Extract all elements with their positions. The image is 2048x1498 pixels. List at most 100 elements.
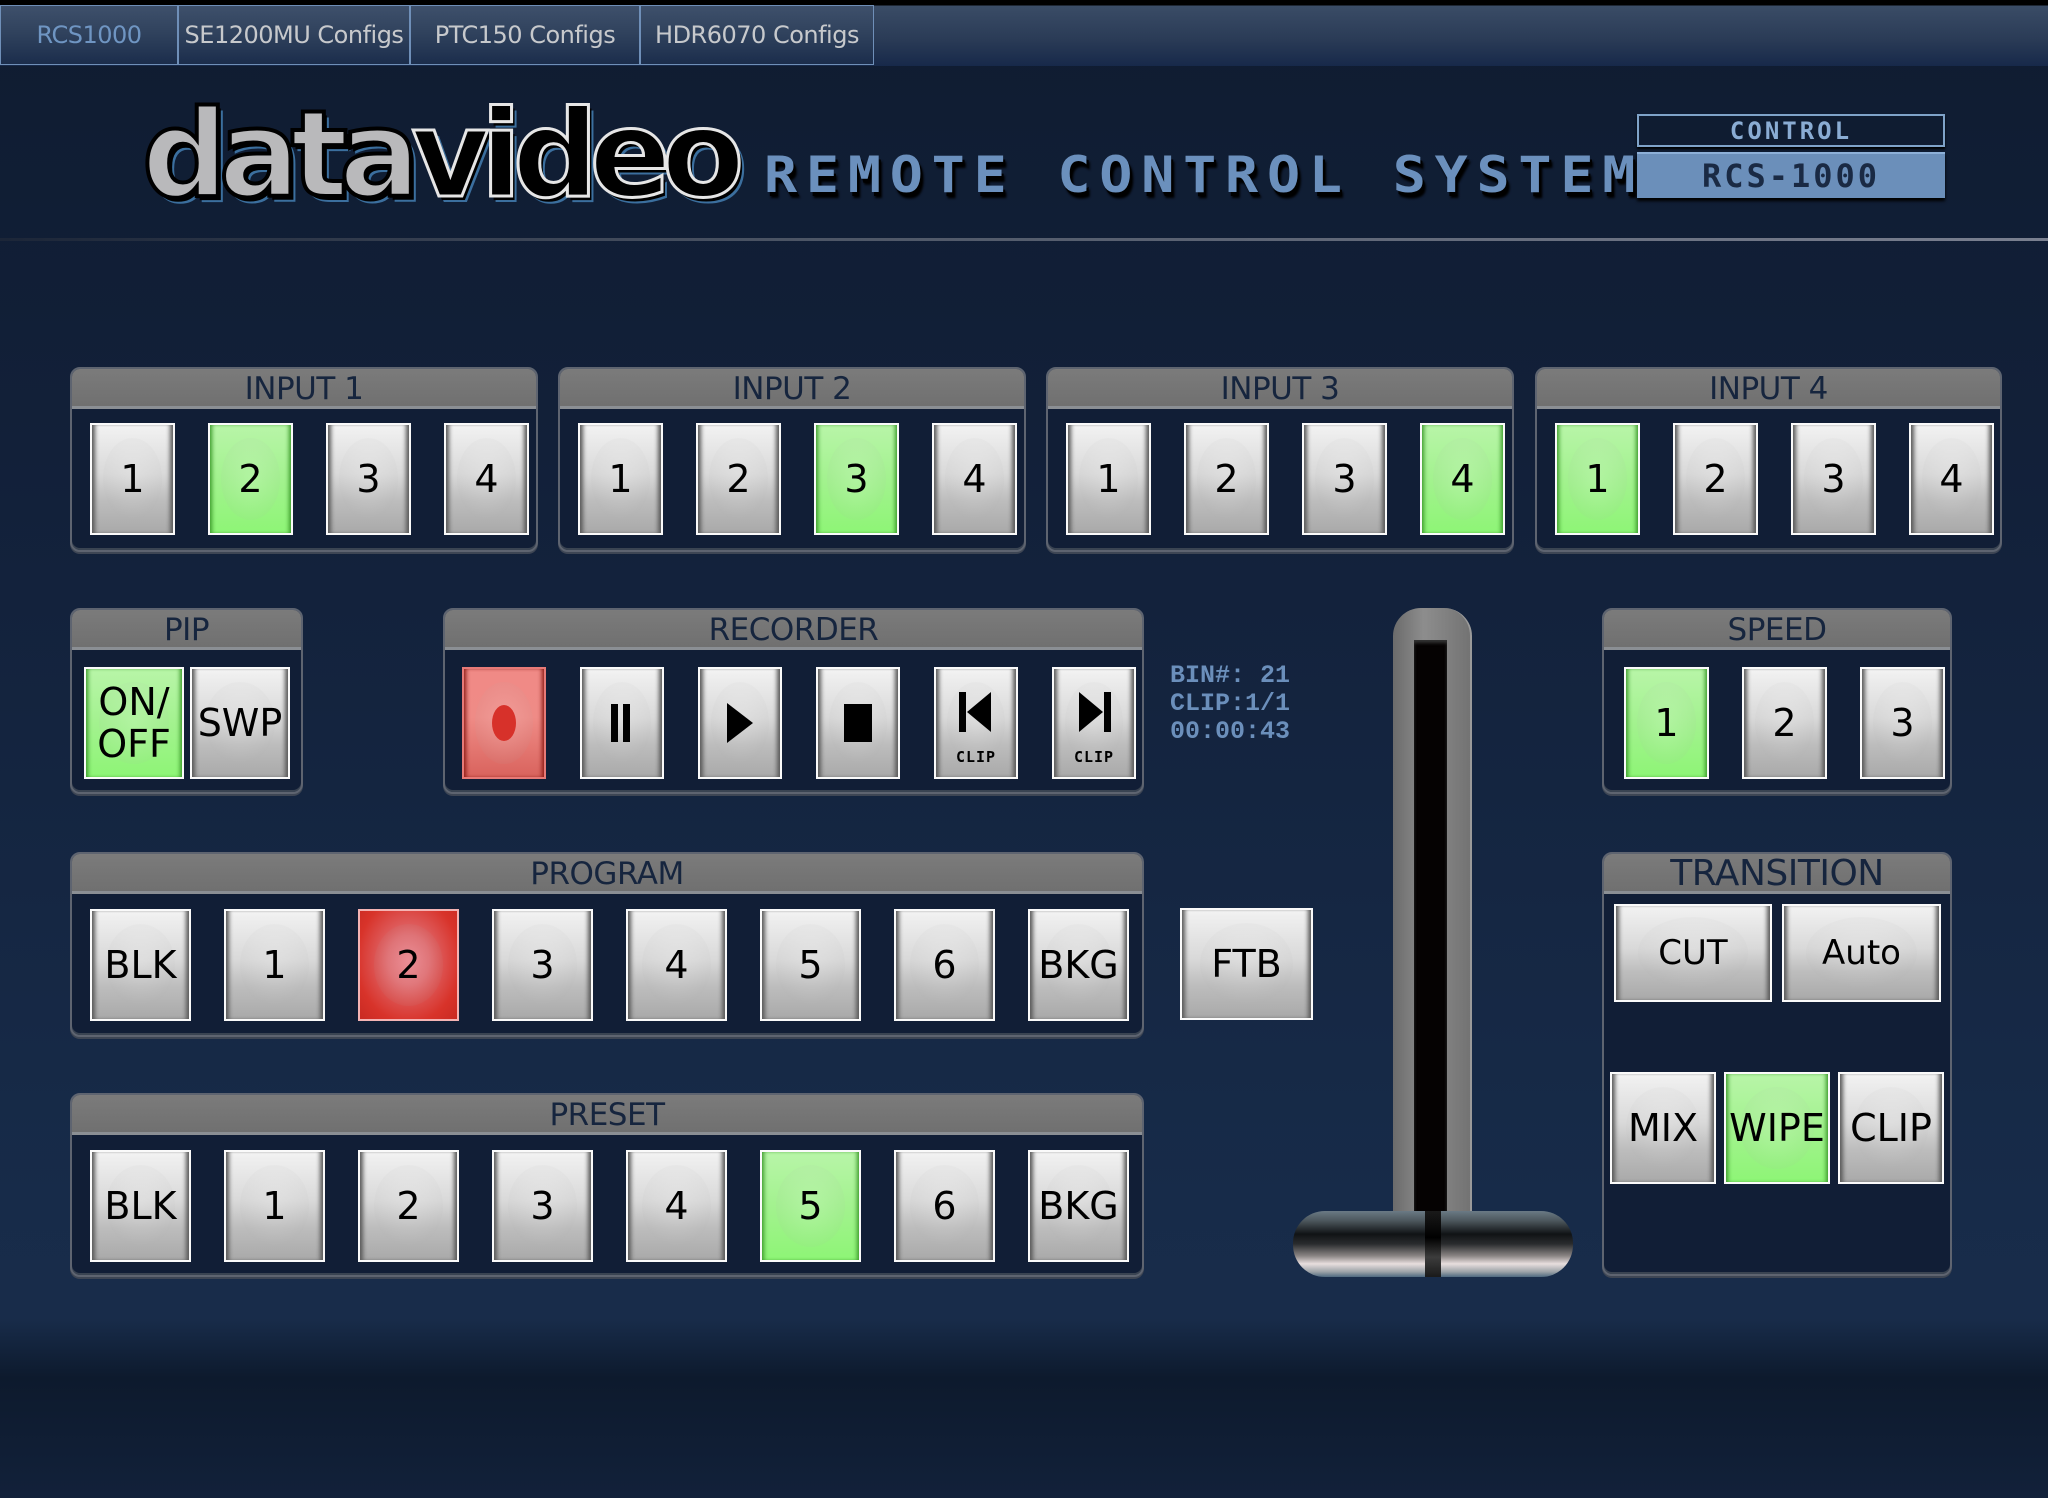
button-label: 1 [1585, 457, 1610, 501]
button-label: 3 [844, 457, 869, 501]
program-panel: PROGRAM BLK 1 2 3 4 5 6 BKG [70, 852, 1144, 1037]
button-label: CLIP [1850, 1106, 1932, 1150]
button-label-line1: ON/ [98, 680, 170, 724]
pip-on-off-button[interactable]: ON/OFF [84, 667, 184, 779]
stop-icon [844, 704, 872, 742]
button-label: 6 [932, 943, 957, 987]
panel-title: INPUT 1 [72, 369, 536, 409]
preset-button-3[interactable]: 3 [492, 1150, 593, 1262]
input-4-button-4[interactable]: 4 [1909, 423, 1994, 535]
speed-button-1[interactable]: 1 [1624, 667, 1709, 779]
input-1-button-1[interactable]: 1 [90, 423, 175, 535]
button-label: 2 [1214, 457, 1239, 501]
input-1-button-3[interactable]: 3 [326, 423, 411, 535]
tab-rcs1000[interactable]: RCS1000 [0, 5, 178, 65]
input-1-panel: INPUT 1 1 2 3 4 [70, 367, 538, 552]
mix-button[interactable]: MIX [1610, 1072, 1716, 1184]
recorder-status: BIN#: 21 CLIP:1/1 00:00:43 [1170, 662, 1290, 746]
prev-clip-button[interactable]: CLIP [934, 667, 1018, 779]
header-divider [0, 238, 2048, 241]
program-button-2[interactable]: 2 [358, 909, 459, 1021]
input-4-button-1[interactable]: 1 [1555, 423, 1640, 535]
preset-panel: PRESET BLK 1 2 3 4 5 6 BKG [70, 1093, 1144, 1277]
button-label: 3 [356, 457, 381, 501]
button-label: 4 [962, 457, 987, 501]
input-2-button-1[interactable]: 1 [578, 423, 663, 535]
record-button[interactable] [462, 667, 546, 779]
input-4-button-3[interactable]: 3 [1791, 423, 1876, 535]
input-3-button-3[interactable]: 3 [1302, 423, 1387, 535]
auto-button[interactable]: Auto [1782, 904, 1941, 1002]
button-label: CUT [1658, 933, 1728, 973]
input-3-button-2[interactable]: 2 [1184, 423, 1269, 535]
button-label: WIPE [1729, 1106, 1825, 1150]
tab-ptc150-configs[interactable]: PTC150 Configs [410, 5, 640, 65]
button-label: 1 [262, 943, 287, 987]
button-label: BKG [1038, 943, 1119, 987]
play-button[interactable] [698, 667, 782, 779]
button-label: 4 [474, 457, 499, 501]
input-2-button-4[interactable]: 4 [932, 423, 1017, 535]
panel-title: INPUT 4 [1537, 369, 2000, 409]
button-label: 2 [726, 457, 751, 501]
panel-title: TRANSITION [1604, 854, 1950, 894]
preset-button-4[interactable]: 4 [626, 1150, 727, 1262]
preset-button-6[interactable]: 6 [894, 1150, 995, 1262]
program-button-blk[interactable]: BLK [90, 909, 191, 1021]
input-3-button-1[interactable]: 1 [1066, 423, 1151, 535]
pip-swap-button[interactable]: SWP [190, 667, 290, 779]
speed-button-3[interactable]: 3 [1860, 667, 1945, 779]
button-label-line2: OFF [97, 722, 171, 766]
button-label: 2 [1772, 701, 1797, 745]
prev-clip-icon [959, 692, 991, 732]
button-label: 3 [1821, 457, 1846, 501]
stop-button[interactable] [816, 667, 900, 779]
pause-button[interactable] [580, 667, 664, 779]
next-clip-button[interactable]: CLIP [1052, 667, 1136, 779]
play-icon [727, 703, 753, 743]
preset-button-bkg[interactable]: BKG [1028, 1150, 1129, 1262]
button-label: 3 [1890, 701, 1915, 745]
button-label: SWP [197, 701, 283, 745]
button-label: FTB [1211, 942, 1282, 986]
button-label: 1 [1096, 457, 1121, 501]
button-label: BLK [104, 1184, 177, 1228]
program-button-3[interactable]: 3 [492, 909, 593, 1021]
input-1-button-4[interactable]: 4 [444, 423, 529, 535]
cut-button[interactable]: CUT [1614, 904, 1772, 1002]
tab-hdr6070-configs[interactable]: HDR6070 Configs [640, 5, 874, 65]
input-4-button-2[interactable]: 2 [1673, 423, 1758, 535]
wipe-button[interactable]: WIPE [1724, 1072, 1830, 1184]
tab-se1200mu-configs[interactable]: SE1200MU Configs [178, 5, 410, 65]
record-icon [492, 705, 516, 741]
program-button-1[interactable]: 1 [224, 909, 325, 1021]
clip-label: CLIP [955, 748, 997, 766]
program-button-5[interactable]: 5 [760, 909, 861, 1021]
button-label: 4 [1450, 457, 1475, 501]
button-label: 3 [530, 943, 555, 987]
preset-button-blk[interactable]: BLK [90, 1150, 191, 1262]
tbar-handle-grip [1425, 1211, 1441, 1277]
program-button-6[interactable]: 6 [894, 909, 995, 1021]
preset-button-1[interactable]: 1 [224, 1150, 325, 1262]
input-1-button-2[interactable]: 2 [208, 423, 293, 535]
panel-title: INPUT 3 [1048, 369, 1512, 409]
button-label: 1 [608, 457, 633, 501]
input-2-button-2[interactable]: 2 [696, 423, 781, 535]
button-label: 4 [664, 1184, 689, 1228]
tbar-handle[interactable] [1293, 1211, 1573, 1277]
panel-title: PROGRAM [72, 854, 1142, 894]
preset-button-5[interactable]: 5 [760, 1150, 861, 1262]
ftb-button[interactable]: FTB [1180, 908, 1313, 1020]
speed-button-2[interactable]: 2 [1742, 667, 1827, 779]
preset-button-2[interactable]: 2 [358, 1150, 459, 1262]
input-3-panel: INPUT 3 1 2 3 4 [1046, 367, 1514, 552]
program-button-bkg[interactable]: BKG [1028, 909, 1129, 1021]
button-label: 3 [1332, 457, 1357, 501]
input-2-button-3[interactable]: 3 [814, 423, 899, 535]
program-button-4[interactable]: 4 [626, 909, 727, 1021]
input-3-button-4[interactable]: 4 [1420, 423, 1505, 535]
clip-transition-button[interactable]: CLIP [1838, 1072, 1944, 1184]
button-label: BKG [1038, 1184, 1119, 1228]
panel-title: PRESET [72, 1095, 1142, 1135]
